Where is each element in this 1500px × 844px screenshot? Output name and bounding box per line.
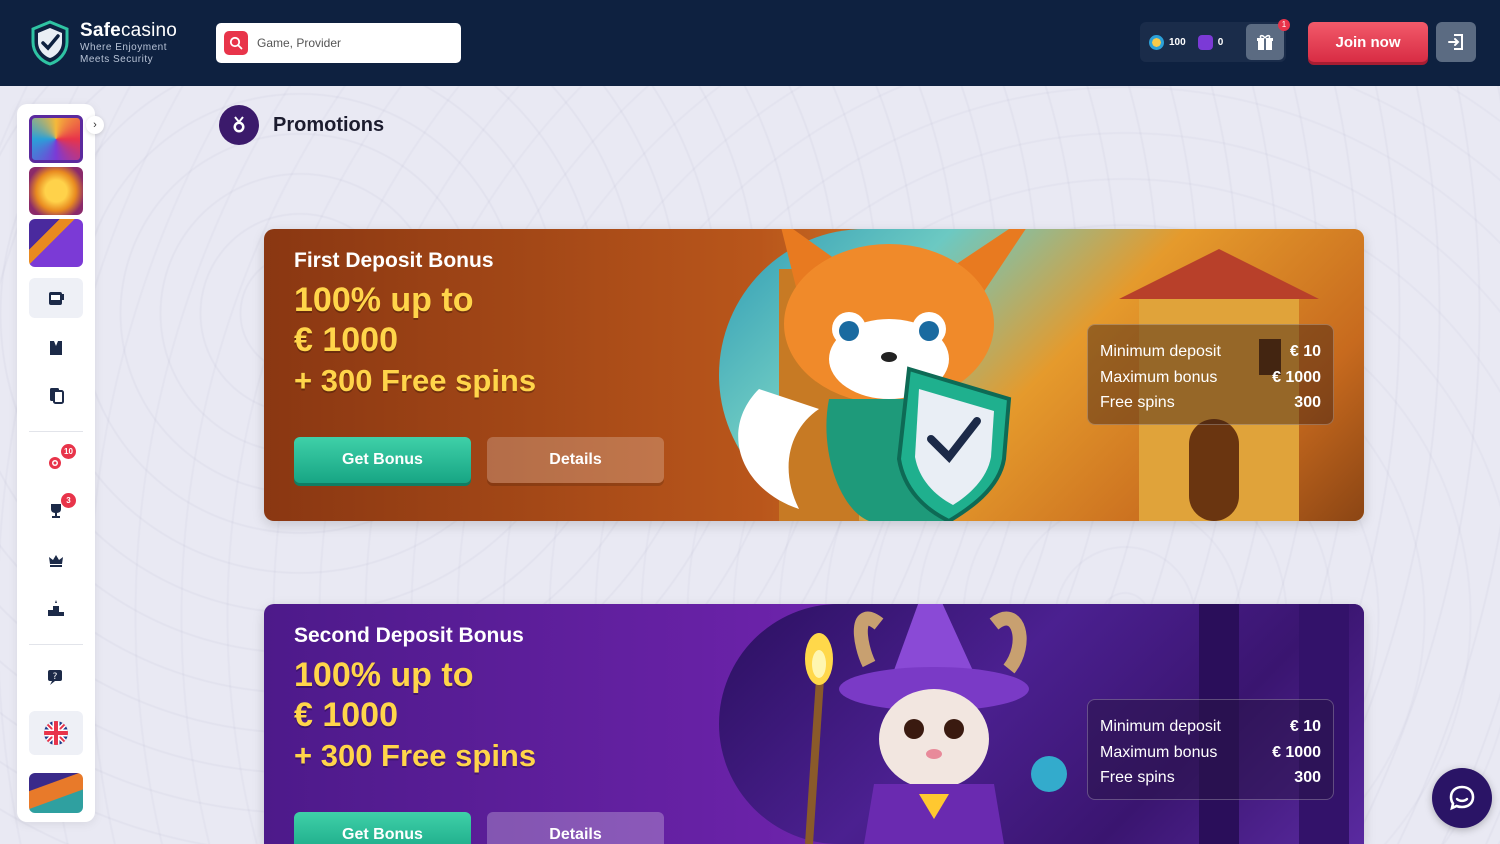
sidebar-item-tournaments[interactable]: 10: [29, 442, 83, 482]
dealer-icon: [50, 341, 62, 355]
left-sidebar: 10 3 ?: [17, 104, 95, 822]
login-icon: [1448, 34, 1463, 50]
info-row: Minimum deposit € 10: [1100, 343, 1321, 360]
details-button[interactable]: Details: [487, 437, 664, 483]
sidebar-item-leaderboard[interactable]: [29, 588, 83, 628]
sidebar-item-bonus[interactable]: [29, 167, 83, 215]
slot-machine-icon: [49, 292, 64, 305]
promo-card: Second Deposit Bonus 100% up to € 1000 +…: [264, 604, 1364, 844]
language-selector[interactable]: [29, 711, 83, 755]
sidebar-item-wheel[interactable]: [29, 115, 83, 163]
achievements-badge: 3: [61, 493, 76, 508]
promo-card: First Deposit Bonus 100% up to € 1000 + …: [264, 229, 1364, 521]
live-chat-button[interactable]: [1432, 768, 1492, 828]
promo-headline: 100% up to: [294, 281, 474, 319]
free-spins-icon: [1197, 34, 1213, 50]
sidebar-item-slots[interactable]: [29, 278, 83, 318]
sidebar-item-support[interactable]: ?: [29, 657, 83, 697]
crown-icon: [49, 555, 63, 567]
login-button[interactable]: [1436, 22, 1476, 62]
search-input[interactable]: [257, 36, 447, 50]
sidebar-item-live[interactable]: [29, 327, 83, 367]
uk-flag-icon: [44, 721, 68, 745]
promo-subtitle: First Deposit Bonus: [294, 249, 494, 272]
shield-logo-icon: [31, 20, 69, 66]
page-title: Promotions: [273, 113, 385, 136]
sidebar-item-cards[interactable]: [29, 375, 83, 415]
chat-bubble-icon: [1449, 785, 1475, 811]
info-row: Free spins 300: [1100, 769, 1321, 786]
wizard-mascot-icon: [805, 604, 1029, 844]
sidebar-divider: [29, 644, 83, 645]
tagline: Meets Security: [80, 54, 154, 65]
bonus-info-box: Minimum deposit € 10 Maximum bonus € 1000 …: [1087, 699, 1334, 800]
free-spins-balance[interactable]: 0: [1197, 34, 1223, 50]
promo-headline: + 300 Free spins: [294, 363, 537, 398]
promo-headline: € 1000: [294, 321, 398, 359]
bonus-info-box: Minimum deposit € 10 Maximum bonus € 1000 …: [1087, 324, 1334, 425]
get-bonus-button[interactable]: Get Bonus: [294, 437, 471, 483]
tagline: Where Enjoyment: [80, 42, 167, 53]
top-header: Safecasino Where Enjoyment Meets Securit…: [0, 0, 1500, 86]
sidebar-item-promo-banner[interactable]: [29, 773, 83, 813]
help-chat-icon: ?: [48, 670, 62, 685]
promo-subtitle: Second Deposit Bonus: [294, 624, 524, 647]
logo[interactable]: Safecasino Where Enjoyment Meets Securit…: [30, 20, 177, 66]
sidebar-divider: [29, 431, 83, 432]
fox-mascot-icon: [738, 229, 1026, 521]
info-row: Minimum deposit € 10: [1100, 718, 1321, 735]
cards-icon: [50, 388, 64, 404]
coin-balance[interactable]: 100: [1149, 34, 1186, 50]
info-row: Maximum bonus € 1000: [1100, 743, 1321, 761]
gift-count-badge: 1: [1278, 19, 1290, 31]
medal-icon: [219, 105, 259, 145]
wallet-panel: 100 0 1: [1140, 19, 1290, 62]
info-row: Free spins 300: [1100, 394, 1321, 411]
join-now-button[interactable]: Join now: [1308, 22, 1428, 62]
podium-icon: [48, 600, 64, 616]
info-row: Maximum bonus € 1000: [1100, 368, 1321, 386]
svg-text:?: ?: [53, 672, 58, 682]
promo-headline: € 1000: [294, 696, 398, 734]
search-box: [216, 23, 461, 63]
details-button[interactable]: Details: [487, 812, 664, 844]
promo-headline: + 300 Free spins: [294, 738, 537, 773]
sidebar-item-vip[interactable]: [29, 540, 83, 580]
coin-icon: [1149, 34, 1164, 50]
gift-button[interactable]: 1: [1246, 19, 1290, 60]
promo-headline: 100% up to: [294, 656, 474, 694]
brand-name: Safecasino: [80, 20, 178, 41]
gift-icon: [1257, 34, 1273, 50]
page-header: Promotions: [219, 105, 384, 145]
get-bonus-button[interactable]: Get Bonus: [294, 812, 471, 844]
search-icon[interactable]: [224, 31, 248, 55]
sidebar-expand-chevron-icon[interactable]: ›: [86, 116, 104, 134]
sidebar-item-gift-box[interactable]: [29, 219, 83, 267]
tournaments-badge: 10: [61, 444, 76, 459]
sidebar-item-achievements[interactable]: 3: [29, 491, 83, 531]
